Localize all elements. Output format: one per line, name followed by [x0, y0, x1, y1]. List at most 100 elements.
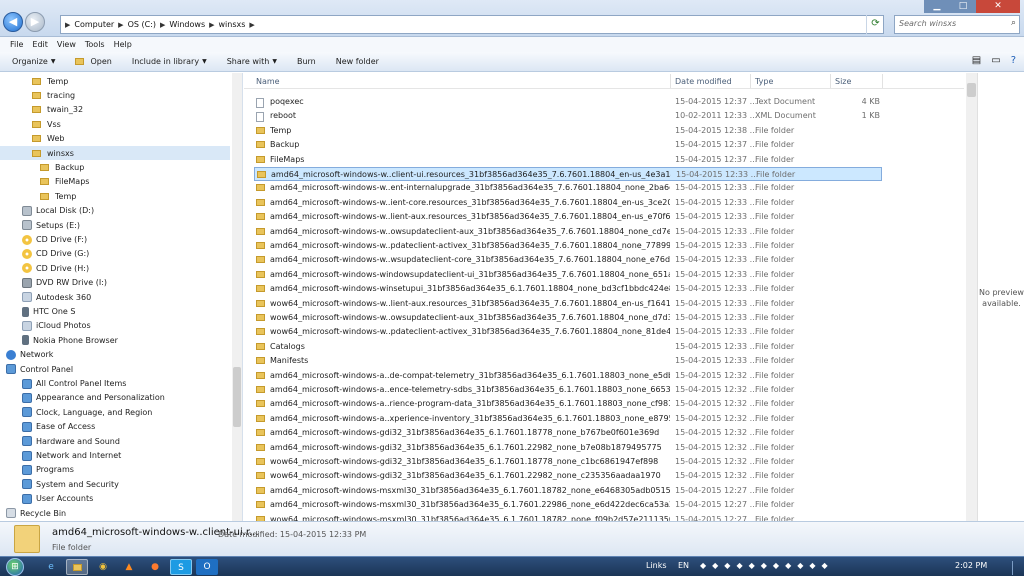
nav-item-cd-drive-h[interactable]: CD Drive (H:) [0, 261, 230, 275]
file-row[interactable]: Temp 15-04-2015 12:38 ... File folder [254, 124, 882, 138]
file-row[interactable]: amd64_microsoft-windows-w..owsupdateclie… [254, 225, 882, 239]
navigation-scrollbar[interactable] [232, 73, 242, 521]
nav-item-ease-of-access[interactable]: Ease of Access [0, 420, 230, 434]
nav-item-nokia-phone-browser[interactable]: Nokia Phone Browser [0, 333, 230, 347]
nav-item-winsxs[interactable]: winsxs [0, 146, 230, 161]
links-toolbar[interactable]: Links [646, 561, 667, 570]
breadcrumb-windows[interactable]: Windows [165, 20, 209, 29]
file-row[interactable]: Catalogs 15-04-2015 12:33 ... File folder [254, 340, 882, 354]
column-type[interactable]: Type [755, 77, 773, 86]
file-row[interactable]: Manifests 15-04-2015 12:33 ... File folder [254, 354, 882, 368]
nav-item-filemaps[interactable]: FileMaps [0, 175, 230, 189]
burn-button[interactable]: Burn [297, 57, 316, 66]
show-desktop-button[interactable] [1012, 561, 1022, 575]
search-icon[interactable]: ⌕ [1011, 18, 1016, 28]
column-divider[interactable] [750, 74, 751, 88]
file-row[interactable]: amd64_microsoft-windows-w..lient-aux.res… [254, 210, 882, 224]
clock[interactable]: 2:02 PM [955, 561, 987, 570]
open-button[interactable]: Open [75, 57, 112, 66]
nav-item-user-accounts[interactable]: User Accounts [0, 492, 230, 506]
breadcrumb[interactable]: ▶ Computer ▶ OS (C:) ▶ Windows ▶ winsxs ▶ [60, 15, 884, 34]
column-divider[interactable] [882, 74, 883, 88]
nav-item-hardware-and-sound[interactable]: Hardware and Sound [0, 434, 230, 448]
preview-pane-icon[interactable]: ▭ [991, 55, 1000, 66]
file-row[interactable]: wow64_microsoft-windows-gdi32_31bf3856ad… [254, 455, 882, 469]
file-row[interactable]: amd64_microsoft-windows-a..rience-progra… [254, 397, 882, 411]
menu-edit[interactable]: Edit [32, 40, 48, 49]
nav-item-all-control-panel-items[interactable]: All Control Panel Items [0, 376, 230, 390]
forward-button[interactable]: ▶ [25, 12, 45, 32]
column-size[interactable]: Size [835, 77, 851, 86]
nav-item-network-and-internet[interactable]: Network and Internet [0, 448, 230, 462]
help-icon[interactable]: ? [1011, 55, 1016, 66]
file-row[interactable]: amd64_microsoft-windows-w..pdateclient-a… [254, 239, 882, 253]
organize-button[interactable]: Organize ▼ [12, 57, 55, 66]
file-row[interactable]: amd64_microsoft-windows-w..ient-core.res… [254, 196, 882, 210]
skype-icon[interactable]: S [170, 559, 192, 575]
file-row[interactable]: amd64_microsoft-windows-w..ent-internalu… [254, 181, 882, 195]
view-options-icon[interactable]: ▤ [972, 55, 981, 66]
file-row[interactable]: wow64_microsoft-windows-w..owsupdateclie… [254, 311, 882, 325]
file-row[interactable]: amd64_microsoft-windows-gdi32_31bf3856ad… [254, 426, 882, 440]
nav-item-setups-e[interactable]: Setups (E:) [0, 218, 230, 232]
back-button[interactable]: ◀ [3, 12, 23, 32]
file-row[interactable]: amd64_microsoft-windows-a..ence-telemetr… [254, 383, 882, 397]
start-button[interactable]: ⊞ [6, 558, 24, 576]
nav-item-vss[interactable]: Vss [0, 117, 230, 131]
scrollbar-thumb[interactable] [967, 83, 976, 97]
file-row[interactable]: Backup 15-04-2015 12:37 ... File folder [254, 138, 882, 152]
outlook-icon[interactable]: O [196, 559, 218, 575]
nav-item-temp[interactable]: Temp [0, 74, 230, 88]
nav-item-autodesk-360[interactable]: Autodesk 360 [0, 290, 230, 304]
nav-item-recycle-bin[interactable]: Recycle Bin [0, 506, 230, 520]
column-divider[interactable] [670, 74, 671, 88]
file-row[interactable]: wow64_microsoft-windows-msxml30_31bf3856… [254, 513, 882, 521]
breadcrumb-computer[interactable]: Computer [70, 20, 118, 29]
file-row[interactable]: amd64_microsoft-windows-winsetupui_31bf3… [254, 282, 882, 296]
nav-item-icloud-photos[interactable]: iCloud Photos [0, 319, 230, 333]
breadcrumb-drive[interactable]: OS (C:) [124, 20, 160, 29]
nav-item-temp[interactable]: Temp [0, 189, 230, 203]
language-indicator[interactable]: EN [678, 561, 689, 570]
include-in-library-button[interactable]: Include in library ▼ [132, 57, 207, 66]
file-list-scrollbar[interactable] [966, 73, 977, 521]
file-row[interactable]: amd64_microsoft-windows-msxml30_31bf3856… [254, 484, 882, 498]
file-row[interactable]: amd64_microsoft-windows-msxml30_31bf3856… [254, 498, 882, 512]
file-row[interactable]: wow64_microsoft-windows-w..lient-aux.res… [254, 297, 882, 311]
vlc-icon[interactable]: ▲ [118, 559, 140, 575]
file-row[interactable]: FileMaps 15-04-2015 12:37 ... File folder [254, 153, 882, 167]
menu-file[interactable]: File [10, 40, 23, 49]
menu-tools[interactable]: Tools [85, 40, 105, 49]
file-row[interactable]: amd64_microsoft-windows-w..client-ui.res… [254, 167, 882, 182]
nav-item-network[interactable]: Network [0, 348, 230, 362]
breadcrumb-winsxs[interactable]: winsxs [215, 20, 250, 29]
column-date[interactable]: Date modified [675, 77, 732, 86]
file-row[interactable]: amd64_microsoft-windows-a..xperience-inv… [254, 412, 882, 426]
file-row[interactable]: amd64_microsoft-windows-windowsupdatecli… [254, 268, 882, 282]
nav-item-appearance-and-personalization[interactable]: Appearance and Personalization [0, 391, 230, 405]
explorer-icon[interactable] [66, 559, 88, 575]
nav-item-local-disk-d[interactable]: Local Disk (D:) [0, 204, 230, 218]
nav-item-twain-32[interactable]: twain_32 [0, 103, 230, 117]
column-name[interactable]: Name [256, 77, 280, 86]
ie-icon[interactable]: e [40, 559, 62, 575]
nav-item-cd-drive-g[interactable]: CD Drive (G:) [0, 247, 230, 261]
menu-view[interactable]: View [57, 40, 76, 49]
file-row[interactable]: wow64_microsoft-windows-gdi32_31bf3856ad… [254, 469, 882, 483]
nav-item-programs[interactable]: Programs [0, 463, 230, 477]
search-input[interactable]: Search winsxs ⌕ [894, 15, 1020, 34]
file-row[interactable]: amd64_microsoft-windows-a..de-compat-tel… [254, 369, 882, 383]
nav-item-web[interactable]: Web [0, 132, 230, 146]
minimize-button[interactable]: ▁ [924, 0, 950, 13]
file-row[interactable]: amd64_microsoft-windows-gdi32_31bf3856ad… [254, 441, 882, 455]
scrollbar-thumb[interactable] [233, 367, 241, 427]
nav-item-clock-language-and-region[interactable]: Clock, Language, and Region [0, 405, 230, 419]
nav-item-dvd-rw-drive-i[interactable]: DVD RW Drive (I:) [0, 276, 230, 290]
share-with-button[interactable]: Share with ▼ [227, 57, 277, 66]
file-row[interactable]: reboot 10-02-2011 12:33 ... XML Document 1 … [254, 109, 882, 123]
nav-item-control-panel[interactable]: Control Panel [0, 362, 230, 376]
file-row[interactable]: poqexec 15-04-2015 12:37 ... Text Document… [254, 95, 882, 109]
tray-icons[interactable]: ◆◆◆◆◆◆◆◆◆◆◆ [700, 561, 834, 570]
maximize-button[interactable]: □ [950, 0, 976, 13]
file-row[interactable]: amd64_microsoft-windows-w..wsupdateclien… [254, 253, 882, 267]
